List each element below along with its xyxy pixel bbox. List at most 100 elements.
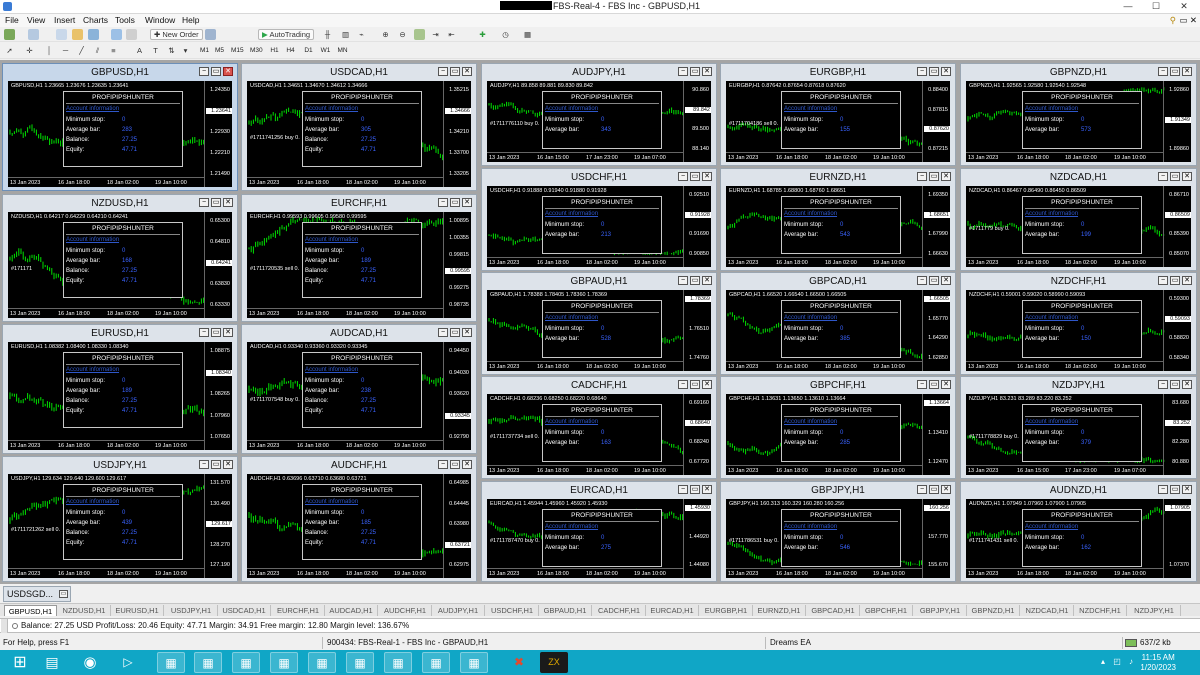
mt4-taskbar-icon[interactable]: ▦ xyxy=(308,652,336,673)
volume-icon[interactable]: ♪ xyxy=(1126,657,1136,667)
price-chart[interactable]: NZDCAD,H1 0.86467 0.86490 0.86450 0.8650… xyxy=(966,186,1191,267)
chart-close-button[interactable]: ✕ xyxy=(941,380,951,389)
explorer-icon[interactable]: ▤ xyxy=(38,652,66,673)
account-info-link[interactable]: Account information xyxy=(66,499,119,505)
chart-window-gbpjpy-h1[interactable]: GBPJPY,H1− ▭ ✕ GBPJPY,H1 160.313 160.329 16… xyxy=(720,481,956,582)
tf-w1[interactable]: W1 xyxy=(320,45,331,56)
vertical-line-icon[interactable]: │ xyxy=(44,45,55,56)
tray-arrow-icon[interactable]: ▴ xyxy=(1098,657,1108,667)
price-chart[interactable]: NZDCHF,H1 0.59001 0.59020 0.58990 0.5909… xyxy=(966,290,1191,371)
chart-tab[interactable]: EURCHF,H1 xyxy=(272,605,325,616)
price-chart[interactable]: EURNZD,H1 1.68785 1.68800 1.68760 1.6865… xyxy=(726,186,950,267)
chart-tab[interactable]: GBPJPY,H1 xyxy=(914,605,967,616)
chart-window-gbpchf-h1[interactable]: GBPCHF,H1− ▭ ✕ GBPCHF,H1 1.13631 1.13650 1.… xyxy=(720,376,956,479)
price-chart[interactable]: NZDJPY,H1 83.231 83.289 83.220 83.252 PRO… xyxy=(966,394,1191,475)
bar-chart-icon[interactable]: ╫ xyxy=(322,29,333,40)
tf-mn[interactable]: MN xyxy=(337,45,348,56)
chart-close-button[interactable]: ✕ xyxy=(462,328,472,337)
chart-close-button[interactable]: ✕ xyxy=(702,276,712,285)
chart-window-usdcad-h1[interactable]: USDCAD,H1− ▭ ✕ USDCAD,H1 1.34651 1.34670 1.… xyxy=(241,63,477,191)
chart-window-nzdusd-h1[interactable]: NZDUSD,H1− ▭ ✕ NZDUSD,H1 0.64217 0.64229 0.… xyxy=(2,194,238,322)
account-info-link[interactable]: Account information xyxy=(305,237,358,243)
chart-maximize-button[interactable]: ▭ xyxy=(1170,172,1180,181)
account-info-link[interactable]: Account information xyxy=(66,367,119,373)
chart-maximize-button[interactable]: ▭ xyxy=(690,380,700,389)
chart-close-button[interactable]: ✕ xyxy=(1182,485,1192,494)
trendline-icon[interactable]: ╱ xyxy=(76,45,87,56)
price-chart[interactable]: NZDUSD,H1 0.64217 0.64229 0.64210 0.6424… xyxy=(8,212,232,318)
account-info-link[interactable]: Account information xyxy=(545,106,598,112)
chart-shift-icon[interactable]: ⇤ xyxy=(446,29,457,40)
chart-window-nzdjpy-h1[interactable]: NZDJPY,H1− ▭ ✕ NZDJPY,H1 83.231 83.289 83.2… xyxy=(960,376,1197,479)
chart-maximize-button[interactable]: ▭ xyxy=(450,460,460,469)
chart-maximize-button[interactable]: ▭ xyxy=(929,67,939,76)
chart-maximize-button[interactable]: ▭ xyxy=(211,460,221,469)
account-info-link[interactable]: Account information xyxy=(1025,106,1078,112)
menu-help[interactable]: Help xyxy=(182,15,199,25)
network-icon[interactable]: ◰ xyxy=(1112,657,1122,667)
chart-window-cadchf-h1[interactable]: CADCHF,H1− ▭ ✕ CADCHF,H1 0.68236 0.68250 0.… xyxy=(481,376,717,479)
tf-m30[interactable]: M30 xyxy=(250,45,263,56)
chart-tab[interactable]: USDCHF,H1 xyxy=(486,605,539,616)
templates-icon[interactable]: ▦ xyxy=(522,29,533,40)
chart-tab[interactable]: GBPNZD,H1 xyxy=(967,605,1020,616)
price-chart[interactable]: USDJPY,H1 129.634 129.640 129.600 129.61… xyxy=(8,474,232,578)
price-chart[interactable]: AUDNZD,H1 1.07949 1.07960 1.07900 1.0790… xyxy=(966,499,1191,578)
periods-icon[interactable]: ◷ xyxy=(500,29,511,40)
chart-window-gbpnzd-h1[interactable]: GBPNZD,H1− ▭ ✕ GBPNZD,H1 1.92565 1.92580 1.… xyxy=(960,63,1197,166)
chart-maximize-button[interactable]: ▭ xyxy=(1170,380,1180,389)
chart-close-button[interactable]: ✕ xyxy=(1182,380,1192,389)
account-info-link[interactable]: Account information xyxy=(784,524,837,530)
price-chart[interactable]: EURCHF,H1 0.99593 0.99605 0.99580 0.9959… xyxy=(247,212,471,318)
mt4-taskbar-icon[interactable]: ▦ xyxy=(157,652,185,673)
chart-tab[interactable]: AUDJPY,H1 xyxy=(432,605,485,616)
chart-tab[interactable]: GBPAUD,H1 xyxy=(539,605,592,616)
chart-close-button[interactable]: ✕ xyxy=(702,485,712,494)
chart-minimize-button[interactable]: − xyxy=(1158,67,1168,76)
chart-maximize-button[interactable]: ▭ xyxy=(690,172,700,181)
crosshair-icon[interactable]: ✛ xyxy=(24,45,35,56)
chart-window-nzdcad-h1[interactable]: NZDCAD,H1− ▭ ✕ NZDCAD,H1 0.86467 0.86490 0.… xyxy=(960,168,1197,271)
chart-minimize-button[interactable]: − xyxy=(678,380,688,389)
channel-icon[interactable]: ⫽ xyxy=(92,45,103,56)
help-icon[interactable]: ⚲ xyxy=(1170,15,1176,26)
price-chart[interactable]: GBPNZD,H1 1.92565 1.92580 1.92540 1.9254… xyxy=(966,81,1191,162)
chart-maximize-button[interactable]: ▭ xyxy=(690,276,700,285)
chart-close-button[interactable]: ✕ xyxy=(1182,172,1192,181)
account-info-link[interactable]: Account information xyxy=(545,524,598,530)
account-info-link[interactable]: Account information xyxy=(545,211,598,217)
price-chart[interactable]: CADCHF,H1 0.68236 0.68250 0.68220 0.6864… xyxy=(487,394,711,475)
price-chart[interactable]: GBPUSD,H1 1.23665 1.23676 1.23635 1.2364… xyxy=(8,81,232,187)
horizontal-line-icon[interactable]: ─ xyxy=(60,45,71,56)
new-chart-icon[interactable] xyxy=(4,29,15,40)
navigator-icon[interactable] xyxy=(111,29,122,40)
chart-close-button[interactable]: ✕ xyxy=(223,198,233,207)
account-info-link[interactable]: Account information xyxy=(545,315,598,321)
chart-minimize-button[interactable]: − xyxy=(438,198,448,207)
account-info-link[interactable]: Account information xyxy=(784,419,837,425)
metaeditor-icon[interactable] xyxy=(205,29,216,40)
chart-window-audcad-h1[interactable]: AUDCAD,H1− ▭ ✕ AUDCAD,H1 0.93340 0.93360 0.… xyxy=(241,324,477,454)
chart-maximize-button[interactable]: ▭ xyxy=(1170,276,1180,285)
market-watch-icon[interactable] xyxy=(72,29,83,40)
cursor-icon[interactable]: ➚ xyxy=(4,45,15,56)
chart-minimize-button[interactable]: − xyxy=(1158,172,1168,181)
account-info-link[interactable]: Account information xyxy=(66,106,119,112)
chart-tab[interactable]: NZDCAD,H1 xyxy=(1021,605,1074,616)
chart-tab[interactable]: GBPCHF,H1 xyxy=(860,605,913,616)
menu-window[interactable]: Window xyxy=(145,15,175,25)
line-chart-icon[interactable]: ⌁ xyxy=(356,29,367,40)
chart-minimize-button[interactable]: − xyxy=(678,276,688,285)
tf-m1[interactable]: M1 xyxy=(199,45,210,56)
account-info-link[interactable]: Account information xyxy=(784,315,837,321)
chart-maximize-button[interactable]: ▭ xyxy=(1170,67,1180,76)
chart-close-button[interactable]: ✕ xyxy=(702,380,712,389)
price-chart[interactable]: EURUSD,H1 1.08382 1.08400 1.08330 1.0834… xyxy=(8,342,232,450)
price-chart[interactable]: AUDJPY,H1 89.858 89.881 89.830 89.842 PRO… xyxy=(487,81,711,162)
chart-window-audchf-h1[interactable]: AUDCHF,H1− ▭ ✕ AUDCHF,H1 0.63696 0.63710 0.… xyxy=(241,456,477,582)
autotrading-button[interactable]: ▶ AutoTrading xyxy=(258,29,315,40)
chart-minimize-button[interactable]: − xyxy=(199,328,209,337)
text-icon[interactable]: A xyxy=(134,45,145,56)
minimize-button[interactable]: — xyxy=(1114,0,1142,13)
account-info-link[interactable]: Account information xyxy=(1025,211,1078,217)
